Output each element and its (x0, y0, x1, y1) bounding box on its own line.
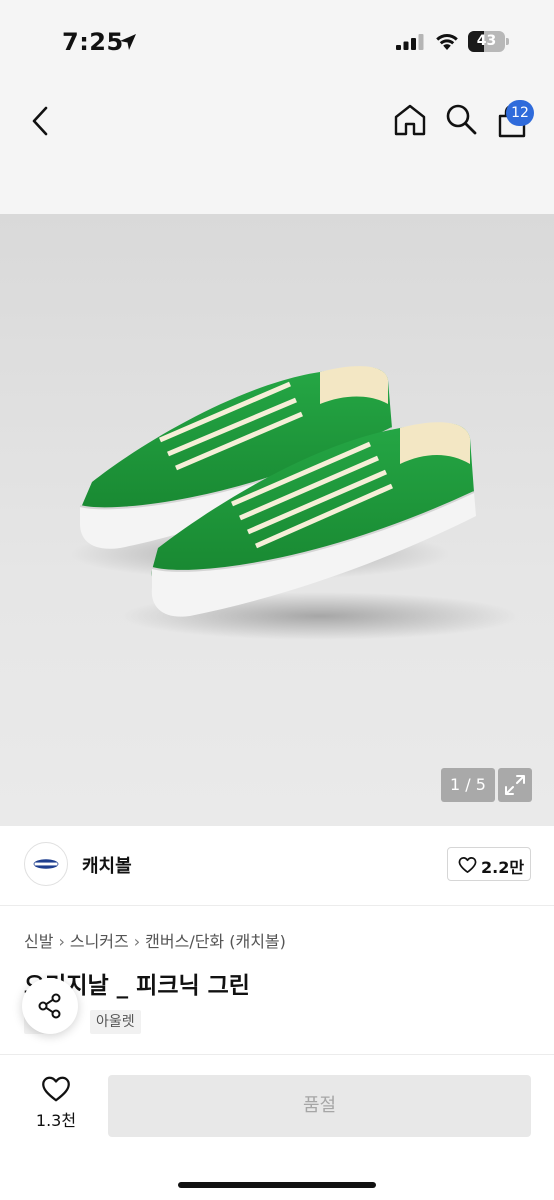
breadcrumb: 신발 › 스니커즈 › 캔버스/단화 (캐치볼) (24, 928, 286, 952)
battery-body: 43 (468, 31, 505, 52)
share-icon (38, 993, 61, 1019)
brand-logo[interactable] (24, 842, 68, 886)
battery-level: 43 (476, 33, 497, 49)
breadcrumb-item[interactable]: 신발 (24, 932, 53, 951)
share-button[interactable] (22, 978, 78, 1034)
breadcrumb-separator-icon: › (133, 932, 141, 951)
expand-arrows-icon[interactable] (498, 768, 532, 802)
home-icon[interactable] (392, 102, 428, 138)
brand-name[interactable]: 캐치볼 (82, 852, 132, 878)
location-arrow-icon (120, 34, 136, 50)
wishlist-count: 1.3천 (35, 1111, 77, 1130)
chevron-left-icon[interactable] (26, 104, 56, 138)
image-pager: 1 / 5 (441, 768, 495, 802)
product-image (70, 366, 520, 640)
battery-icon: 43 (468, 31, 510, 52)
search-icon[interactable] (444, 102, 478, 136)
bottom-action-bar: 1.3천 품절 (0, 1054, 554, 1200)
breadcrumb-item[interactable]: 스니커즈 (70, 932, 129, 951)
brand-row: 캐치볼 2.2만 (0, 826, 554, 906)
status-time: 7:25 (62, 28, 124, 56)
brand-like-button[interactable]: 2.2만 (447, 847, 531, 881)
wifi-icon (436, 34, 458, 50)
wishlist-button[interactable]: 1.3천 (24, 1075, 88, 1139)
sold-out-button[interactable]: 품절 (108, 1075, 531, 1137)
cart-count-badge: 12 (506, 100, 534, 126)
brand-like-count: 2.2만 (481, 858, 525, 877)
heart-icon (42, 1076, 70, 1102)
status-bar: 7:25 43 (0, 0, 554, 80)
battery-tip (506, 38, 509, 45)
product-image-gallery[interactable] (0, 214, 554, 826)
breadcrumb-item[interactable]: 캔버스/단화 (캐치볼) (145, 932, 286, 951)
product-tag: 아울렛 (90, 1010, 141, 1034)
home-indicator (178, 1182, 376, 1188)
cellular-signal-icon (396, 34, 424, 50)
heart-icon (458, 857, 477, 873)
breadcrumb-separator-icon: › (58, 932, 65, 951)
